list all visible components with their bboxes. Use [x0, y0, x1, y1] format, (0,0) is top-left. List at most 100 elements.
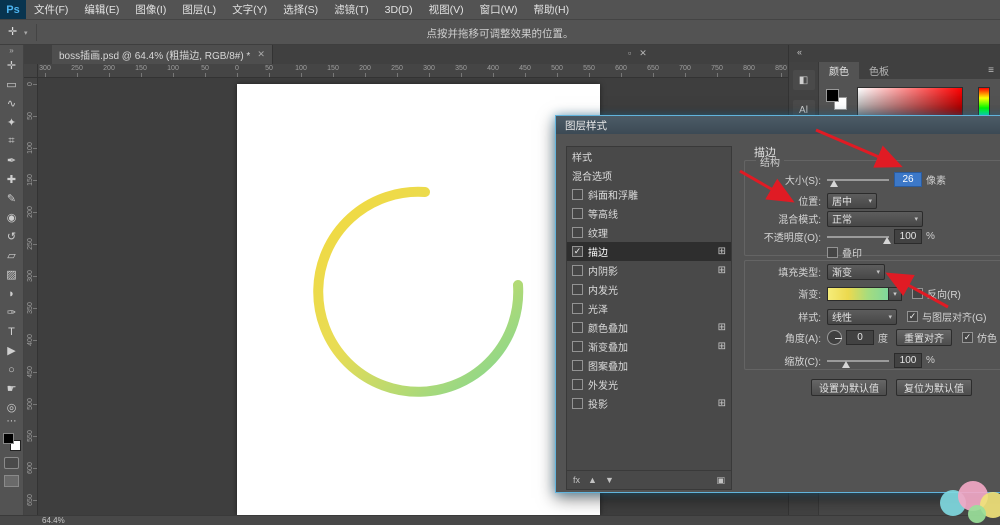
style-item-bevel-emboss[interactable]: 斜面和浮雕	[567, 185, 731, 204]
overprint-checkbox[interactable]	[827, 247, 838, 258]
eyedropper-tool[interactable]: ✒	[1, 151, 23, 170]
panel-icon-adjustments[interactable]: ◧	[793, 70, 815, 90]
type-tool[interactable]: T	[1, 322, 23, 341]
move-up-icon[interactable]: ▲	[588, 475, 597, 485]
collapse-panels-icon[interactable]: «	[797, 47, 802, 57]
pen-tool[interactable]: ✑	[1, 303, 23, 322]
quick-selection-tool[interactable]: ✦	[1, 113, 23, 132]
foreground-color-swatch[interactable]	[826, 89, 839, 102]
fill-type-select[interactable]: 渐变 ▾	[827, 264, 885, 280]
add-effect-icon[interactable]: ⊞	[718, 322, 726, 333]
move-down-icon[interactable]: ▼	[605, 475, 614, 485]
blur-tool[interactable]: ◗	[1, 284, 23, 303]
foreground-background-swatches[interactable]	[3, 433, 21, 451]
toolbar-collapse-icon[interactable]: »	[9, 45, 13, 56]
eraser-tool[interactable]: ▱	[1, 246, 23, 265]
opacity-slider[interactable]	[827, 236, 889, 238]
gradient-tool[interactable]: ▨	[1, 265, 23, 284]
style-item-color-overlay[interactable]: 颜色叠加 ⊞	[567, 318, 731, 337]
style-checkbox[interactable]	[572, 303, 583, 314]
path-selection-tool[interactable]: ▶	[1, 341, 23, 360]
style-item-drop-shadow[interactable]: 投影 ⊞	[567, 394, 731, 413]
menu-help[interactable]: 帮助(H)	[526, 0, 578, 19]
close-icon[interactable]: ✕	[639, 48, 647, 59]
style-item-gradient-overlay[interactable]: 渐变叠加 ⊞	[567, 337, 731, 356]
menu-image[interactable]: 图像(I)	[127, 0, 174, 19]
style-checkbox[interactable]	[572, 208, 583, 219]
clone-stamp-tool[interactable]: ◉	[1, 208, 23, 227]
menu-3d[interactable]: 3D(D)	[377, 0, 421, 19]
gradient-swatch[interactable]	[827, 287, 889, 301]
angle-dial[interactable]	[827, 330, 842, 345]
add-effect-icon[interactable]: ⊞	[718, 265, 726, 276]
history-brush-tool[interactable]: ↺	[1, 227, 23, 246]
style-item-contour[interactable]: 等高线	[567, 204, 731, 223]
add-effect-icon[interactable]: ⊞	[718, 341, 726, 352]
shape-tool[interactable]: ○	[1, 360, 23, 379]
artboard[interactable]	[237, 84, 600, 515]
size-input[interactable]: 26	[894, 172, 922, 187]
style-item-blending-options[interactable]: 混合选项	[567, 166, 731, 185]
style-checkbox[interactable]	[572, 322, 583, 333]
reverse-checkbox[interactable]	[912, 288, 923, 299]
menu-view[interactable]: 视图(V)	[421, 0, 472, 19]
fx-icon[interactable]: fx	[573, 475, 580, 485]
minimize-icon[interactable]: ▫	[628, 48, 631, 59]
style-item-texture[interactable]: 纹理	[567, 223, 731, 242]
menu-window[interactable]: 窗口(W)	[472, 0, 526, 19]
style-checkbox[interactable]	[572, 398, 583, 409]
overprint-checkbox-wrap[interactable]: 叠印	[827, 245, 862, 260]
more-tools-icon[interactable]: ⋯	[7, 417, 17, 428]
gradient-style-select[interactable]: 线性 ▾	[827, 309, 897, 325]
menu-edit[interactable]: 编辑(E)	[76, 0, 127, 19]
menu-select[interactable]: 选择(S)	[275, 0, 326, 19]
move-tool[interactable]: ✛	[1, 56, 23, 75]
style-item-stroke[interactable]: ✓ 描边 ⊞	[567, 242, 731, 261]
quick-mask-button[interactable]	[4, 457, 19, 469]
style-checkbox[interactable]	[572, 379, 583, 390]
reset-default-button[interactable]: 复位为默认值	[896, 379, 972, 396]
zoom-tool[interactable]: ◎	[1, 398, 23, 417]
gradient-picker-arrow[interactable]: ▾	[889, 287, 902, 301]
scale-slider[interactable]	[827, 360, 889, 362]
lasso-tool[interactable]: ∿	[1, 94, 23, 113]
marquee-tool[interactable]: ▭	[1, 75, 23, 94]
document-tab[interactable]: boss插画.psd @ 64.4% (粗描边, RGB/8#) * ✕	[52, 45, 273, 64]
dialog-title-bar[interactable]: 图层样式	[556, 116, 1000, 134]
foreground-color-swatch[interactable]	[3, 433, 14, 444]
menu-type[interactable]: 文字(Y)	[224, 0, 275, 19]
style-item-outer-glow[interactable]: 外发光	[567, 375, 731, 394]
screen-mode-button[interactable]	[4, 475, 19, 487]
add-effect-icon[interactable]: ⊞	[718, 246, 726, 257]
brush-tool[interactable]: ✎	[1, 189, 23, 208]
menu-filter[interactable]: 滤镜(T)	[326, 0, 376, 19]
style-checkbox[interactable]	[572, 265, 583, 276]
position-select[interactable]: 居中 ▾	[827, 193, 877, 209]
slider-thumb[interactable]	[830, 180, 838, 187]
crop-tool[interactable]: ⌗	[1, 132, 23, 151]
reset-alignment-button[interactable]: 重置对齐	[896, 329, 952, 346]
slider-thumb[interactable]	[883, 237, 891, 244]
style-item-pattern-overlay[interactable]: 图案叠加	[567, 356, 731, 375]
opacity-input[interactable]: 100	[894, 229, 922, 244]
align-layer-checkbox[interactable]: ✓	[907, 311, 918, 322]
delete-style-icon[interactable]: ▣	[716, 475, 725, 486]
angle-input[interactable]: 0	[846, 330, 874, 345]
style-item-inner-shadow[interactable]: 内阴影 ⊞	[567, 261, 731, 280]
close-icon[interactable]: ✕	[257, 49, 265, 60]
style-checkbox[interactable]	[572, 189, 583, 200]
tab-color[interactable]: 颜色	[819, 62, 859, 79]
menu-layer[interactable]: 图层(L)	[174, 0, 224, 19]
align-layer-checkbox-wrap[interactable]: ✓ 与图层对齐(G)	[907, 309, 986, 324]
dither-checkbox-wrap[interactable]: ✓ 仿色	[962, 330, 997, 345]
slider-thumb[interactable]	[842, 361, 850, 368]
add-effect-icon[interactable]: ⊞	[718, 398, 726, 409]
dither-checkbox[interactable]: ✓	[962, 332, 973, 343]
set-default-button[interactable]: 设置为默认值	[811, 379, 887, 396]
style-checkbox[interactable]	[572, 341, 583, 352]
style-checkbox[interactable]: ✓	[572, 246, 583, 257]
style-item-inner-glow[interactable]: 内发光	[567, 280, 731, 299]
reverse-checkbox-wrap[interactable]: 反向(R)	[912, 286, 961, 301]
blend-mode-select[interactable]: 正常 ▾	[827, 211, 923, 227]
hand-tool[interactable]: ☛	[1, 379, 23, 398]
